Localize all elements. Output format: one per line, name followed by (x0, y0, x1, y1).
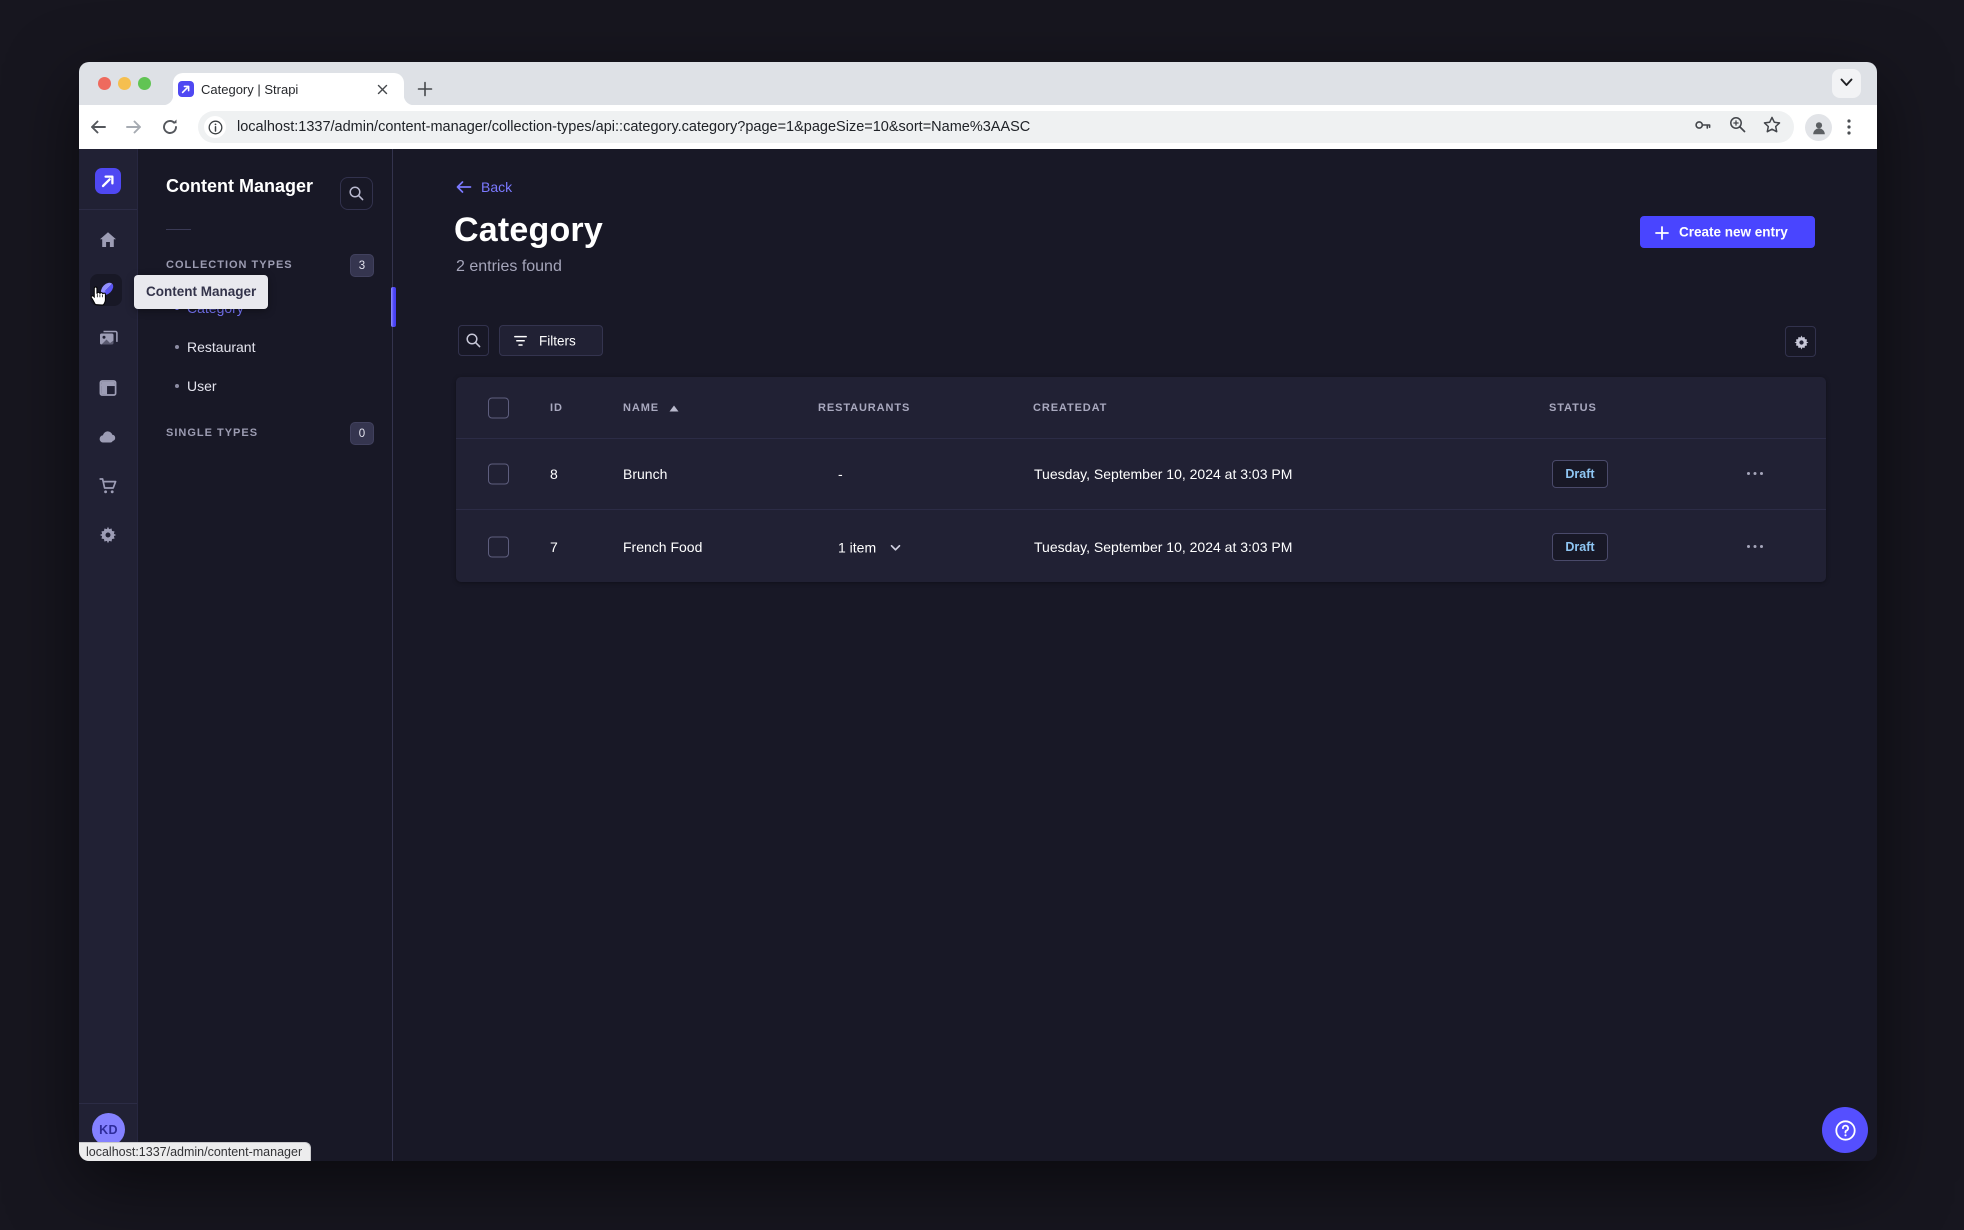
desktop-backdrop: Category | Strapi localhost:1337/admin/c… (0, 0, 1964, 1230)
column-header-restaurants[interactable]: RESTAURANTS (818, 402, 910, 414)
strapi-favicon-icon (178, 81, 194, 97)
sidebar-item-home[interactable] (92, 224, 124, 256)
window-close-button[interactable] (97, 76, 111, 90)
help-button[interactable] (1822, 1107, 1868, 1153)
create-new-entry-button[interactable]: Create new entry (1640, 216, 1815, 248)
window-zoom-button[interactable] (137, 76, 151, 90)
search-icon[interactable] (340, 177, 373, 210)
subnav-item-user[interactable]: User (139, 371, 392, 401)
forward-icon[interactable] (119, 112, 149, 142)
page-title: Category (454, 211, 603, 249)
divider (166, 229, 191, 230)
browser-window: Category | Strapi localhost:1337/admin/c… (79, 62, 1877, 1161)
window-minimize-button[interactable] (117, 76, 131, 90)
entries-table: ID NAME RESTAURANTS CREATEDAT STATUS 8 B… (456, 377, 1826, 582)
collection-types-count-badge: 3 (350, 254, 374, 277)
search-icon[interactable] (458, 325, 489, 356)
site-info-icon[interactable] (204, 116, 226, 138)
browser-tab[interactable]: Category | Strapi (163, 73, 414, 105)
bullet-icon (175, 384, 179, 388)
sidebar-item-content-type-builder[interactable] (92, 372, 124, 404)
sidebar-item-marketplace[interactable] (92, 470, 124, 502)
tab-close-icon[interactable] (372, 79, 393, 100)
row-checkbox[interactable] (488, 463, 509, 485)
star-icon[interactable] (1762, 115, 1782, 140)
subnav-item-restaurant[interactable]: Restaurant (139, 332, 392, 362)
content-manager-tooltip: Content Manager (134, 275, 269, 309)
tab-search-icon[interactable] (1832, 69, 1861, 98)
divider (79, 1103, 137, 1104)
mouse-cursor (90, 285, 107, 311)
filters-button[interactable]: Filters (499, 325, 603, 356)
address-bar[interactable]: localhost:1337/admin/content-manager/col… (198, 111, 1794, 143)
reload-icon[interactable] (155, 112, 185, 142)
profile-icon[interactable] (1805, 114, 1832, 141)
divider (79, 209, 137, 210)
gear-icon[interactable] (1785, 326, 1816, 357)
new-tab-icon[interactable] (410, 74, 440, 104)
bullet-icon (175, 345, 179, 349)
strapi-admin: KD Content Manager COLLECTION TYPES 3 Ca… (79, 149, 1877, 1161)
sidebar-item-cloud[interactable] (92, 421, 124, 453)
table-row[interactable]: 8 Brunch - Tuesday, September 10, 2024 a… (456, 439, 1826, 510)
entries-count: 2 entries found (456, 258, 562, 275)
single-types-count-badge: 0 (350, 422, 374, 445)
tab-title: Category | Strapi (201, 82, 299, 97)
column-header-createdat[interactable]: CREATEDAT (1033, 402, 1107, 414)
section-label-collection-types: COLLECTION TYPES (166, 259, 293, 271)
browser-toolbar: localhost:1337/admin/content-manager/col… (79, 105, 1877, 149)
row-actions-icon[interactable] (1744, 463, 1766, 485)
sidebar-item-settings[interactable] (92, 519, 124, 551)
sidebar-item-media-library[interactable] (92, 323, 124, 355)
chevron-down-icon[interactable] (890, 538, 901, 554)
select-all-checkbox[interactable] (488, 397, 509, 418)
column-header-name[interactable]: NAME (623, 402, 659, 414)
sort-ascending-icon[interactable] (669, 399, 679, 417)
status-badge: Draft (1552, 460, 1608, 488)
row-checkbox[interactable] (488, 536, 509, 557)
back-icon[interactable] (83, 112, 113, 142)
status-badge: Draft (1552, 532, 1608, 561)
strapi-logo[interactable] (95, 168, 121, 194)
section-label-single-types: SINGLE TYPES (166, 427, 259, 439)
menu-icon[interactable] (1835, 113, 1863, 141)
key-icon[interactable] (1693, 115, 1713, 140)
row-actions-icon[interactable] (1744, 536, 1766, 558)
column-header-id[interactable]: ID (550, 402, 563, 414)
main-nav: KD (79, 149, 138, 1161)
active-item-indicator (391, 287, 396, 327)
tab-strip: Category | Strapi (79, 62, 1877, 105)
column-header-status[interactable]: STATUS (1549, 402, 1597, 414)
table-row[interactable]: 7 French Food 1 item Tuesday, September … (456, 511, 1826, 582)
url-text[interactable]: localhost:1337/admin/content-manager/col… (237, 111, 1030, 143)
table-header: ID NAME RESTAURANTS CREATEDAT STATUS (456, 377, 1826, 439)
subnav-title: Content Manager (166, 176, 314, 196)
zoom-icon[interactable] (1728, 115, 1747, 139)
link-status-bubble: localhost:1337/admin/content-manager (79, 1142, 312, 1161)
content-area: Back Category 2 entries found Create new… (394, 149, 1877, 1161)
